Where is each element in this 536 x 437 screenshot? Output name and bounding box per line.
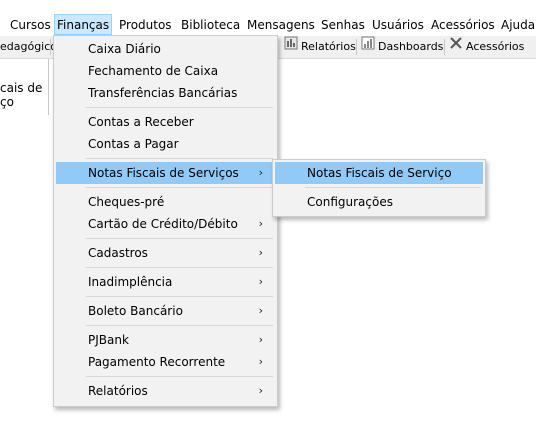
menu-item-label: Relatórios [88,384,148,398]
left-panel-line2: ço [0,95,14,109]
menu-separator [86,158,273,159]
toolbar-acessorios[interactable]: Acessórios [449,36,524,58]
menu-mensagens[interactable]: Mensagens [245,15,317,36]
menu-separator [86,107,273,108]
chevron-right-icon: › [258,384,263,397]
menu-item-label: Caixa Diário [88,42,161,56]
submenu-item-configuracoes[interactable]: Configurações [275,191,483,213]
toolbar-acessorios-label: Acessórios [466,40,525,53]
menu-separator [86,376,273,377]
menu-item-caixa-diario[interactable]: Caixa Diário [56,38,275,60]
toolbar-pedagogico[interactable]: edagógico [0,36,57,58]
menu-item-label: Cadastros [88,246,148,260]
menu-item-transferencias-bancarias[interactable]: Transferências Bancárias [56,82,275,104]
chevron-right-icon: › [258,246,263,259]
menu-item-boleto-bancario[interactable]: Boleto Bancário › [56,300,275,322]
menu-item-contas-a-pagar[interactable]: Contas a Pagar [56,133,275,155]
menu-separator [86,325,273,326]
report-icon [284,36,298,58]
chevron-right-icon: › [258,275,263,288]
submenu-item-notas-fiscais-de-servico[interactable]: Notas Fiscais de Serviço [275,162,483,184]
toolbar-separator [444,39,445,55]
toolbar-relatorios-label: Relatórios [301,40,356,53]
menu-item-label: Notas Fiscais de Serviços [88,166,239,180]
chevron-right-icon: › [258,166,263,179]
submenu-item-label: Notas Fiscais de Serviço [307,166,452,180]
menu-separator [86,296,273,297]
menu-item-label: Cheques-pré [88,195,165,209]
menu-item-relatorios[interactable]: Relatórios › [56,380,275,402]
toolbar-separator [356,39,357,55]
menu-item-label: Contas a Pagar [88,137,179,151]
menu-cursos[interactable]: Cursos [8,15,53,36]
left-panel-stub: cais de ço [0,59,49,115]
menu-item-cartao-de-credito-debito[interactable]: Cartão de Crédito/Débito › [56,213,275,235]
chevron-right-icon: › [258,217,263,230]
toolbar-relatorios[interactable]: Relatórios [284,36,356,58]
menu-item-notas-fiscais-de-servicos[interactable]: Notas Fiscais de Serviços › [56,162,275,184]
menu-separator [86,267,273,268]
menu-item-label: Inadimplência [88,275,173,289]
toolbar-dashboards-label: Dashboards [378,40,444,53]
menu-biblioteca[interactable]: Biblioteca [179,15,242,36]
menu-item-label: Fechamento de Caixa [88,64,219,78]
dashboard-icon [361,36,375,58]
menu-item-cheques-pre[interactable]: Cheques-pré [56,191,275,213]
left-panel-line1: cais de [0,81,43,95]
menu-bar: Cursos Finanças Produtos Biblioteca Mens… [0,0,536,36]
chevron-right-icon: › [258,355,263,368]
menu-item-label: Transferências Bancárias [88,86,238,100]
menu-item-label: Cartão de Crédito/Débito [88,217,238,231]
menu-item-label: PJBank [88,333,129,347]
menu-item-pagamento-recorrente[interactable]: Pagamento Recorrente › [56,351,275,373]
menu-separator [86,238,273,239]
menu-item-label: Contas a Receber [88,115,194,129]
toolbar-dashboards[interactable]: Dashboards [361,36,443,58]
menu-separator [305,187,481,188]
menu-usuarios[interactable]: Usuários [370,15,426,36]
financas-dropdown: Caixa Diário Fechamento de Caixa Transferê… [53,35,278,407]
toolbar-separator [50,39,51,55]
chevron-right-icon: › [258,333,263,346]
menu-acessorios[interactable]: Acessórios [429,15,497,36]
chevron-right-icon: › [258,304,263,317]
menu-produtos[interactable]: Produtos [117,15,174,36]
menu-item-label: Boleto Bancário [88,304,183,318]
menu-item-pjbank[interactable]: PJBank › [56,329,275,351]
menu-item-cadastros[interactable]: Cadastros › [56,242,275,264]
tools-icon [449,36,463,58]
menu-item-label: Pagamento Recorrente [88,355,226,369]
menu-financas[interactable]: Finanças [54,14,113,35]
submenu-item-label: Configurações [307,195,393,209]
menu-item-fechamento-de-caixa[interactable]: Fechamento de Caixa [56,60,275,82]
menu-item-contas-a-receber[interactable]: Contas a Receber [56,111,275,133]
menu-item-inadimplencia[interactable]: Inadimplência › [56,271,275,293]
menu-separator [86,187,273,188]
menu-ajuda[interactable]: Ajuda [499,15,536,36]
notas-fiscais-submenu: Notas Fiscais de Serviço Configurações [272,159,486,217]
menu-senhas[interactable]: Senhas [319,15,367,36]
